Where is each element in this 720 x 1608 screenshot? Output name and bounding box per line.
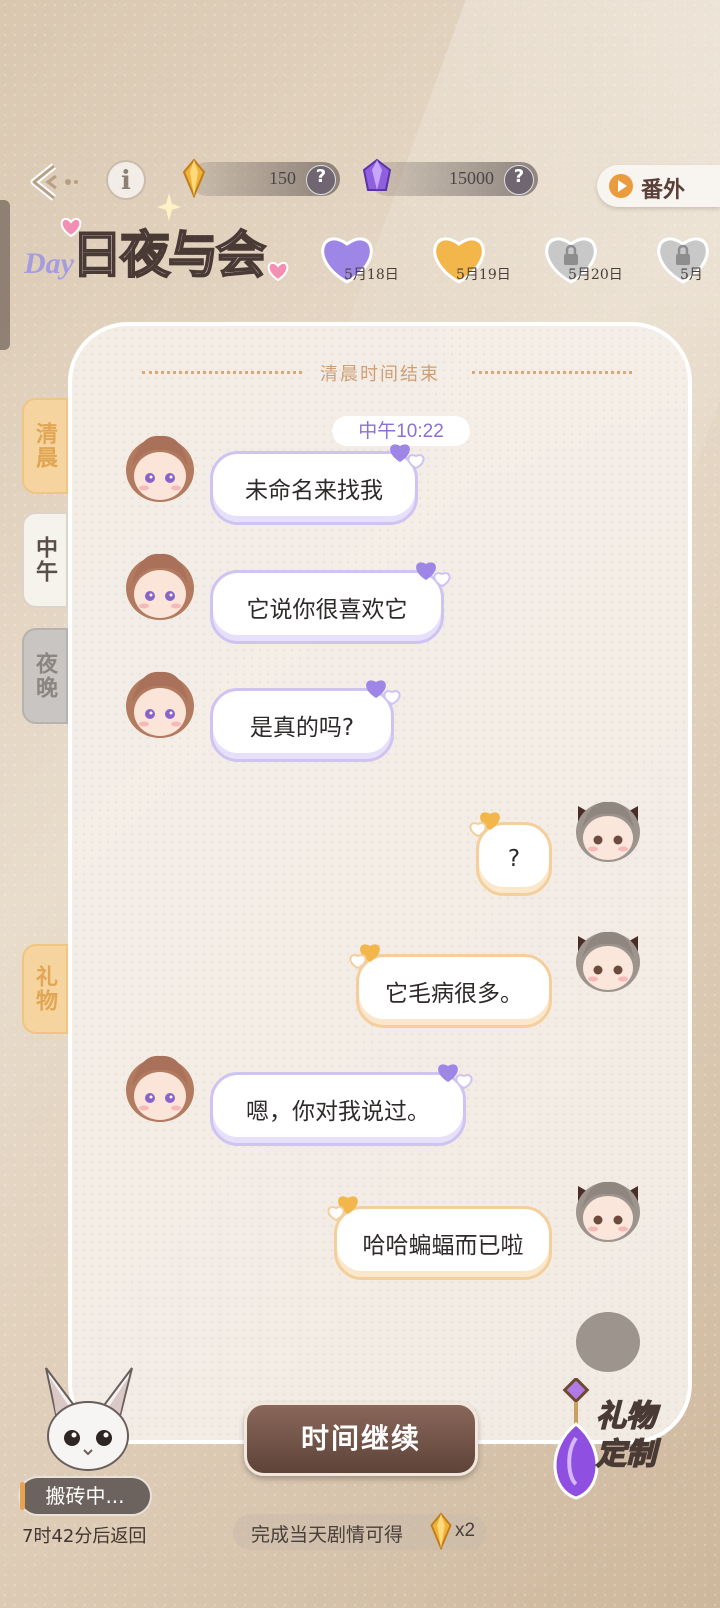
crystal-counter: 150 ?	[182, 158, 340, 198]
divider-line	[472, 371, 632, 374]
purple-heart-icon	[438, 1064, 473, 1090]
npc-avatar	[126, 671, 194, 738]
reward-multiplier: x2	[455, 1520, 476, 1541]
player-avatar	[576, 1181, 640, 1242]
reward-info: 完成当天剧情可得 x2	[233, 1512, 487, 1550]
back-arrow-icon	[30, 163, 78, 201]
player-avatar	[576, 1312, 640, 1372]
date-label: 5月	[680, 267, 703, 283]
continue-time-button[interactable]: 时间继续	[244, 1402, 478, 1476]
play-icon	[609, 174, 633, 198]
gift-customize-button[interactable]: 礼物 定制	[536, 1378, 716, 1508]
tab-night[interactable]: 夜晚	[22, 628, 68, 724]
back-button[interactable]	[26, 160, 82, 204]
extra-story-label: 番外	[641, 177, 686, 203]
pet-return-time: 7时42分后返回	[22, 1526, 147, 1547]
date-label: 5月18日	[344, 267, 399, 283]
extra-story-button[interactable]: 番外	[597, 165, 720, 207]
purple-heart-icon	[390, 444, 425, 470]
chat-panel[interactable]: 清晨时间结束 中午10:22 未命名来找我 它说你很喜欢它 是真的吗? ? 它毛…	[68, 322, 692, 1444]
npc-avatar	[126, 435, 194, 502]
orange-heart-icon	[349, 944, 380, 970]
edge-handle[interactable]	[0, 200, 10, 350]
sparkle-icon	[157, 193, 181, 221]
date-item-2[interactable]: 5月19日	[428, 232, 538, 287]
pet-status-badge[interactable]: 搬砖中...	[18, 1476, 152, 1516]
crystal-icon	[430, 1512, 452, 1550]
chat-bubble-npc: 嗯，你对我说过。	[210, 1072, 466, 1146]
tab-gift[interactable]: 礼物	[22, 944, 68, 1034]
date-item-1[interactable]: 5月18日	[316, 232, 426, 287]
pink-heart-icon	[60, 217, 82, 237]
player-avatar	[576, 801, 640, 862]
event-logo: Day 日夜与会	[22, 193, 312, 300]
logo-day-text: Day	[24, 247, 74, 280]
npc-avatar	[126, 1055, 194, 1122]
crystal-help-button[interactable]: ?	[306, 165, 336, 195]
section-divider: 清晨时间结束	[72, 362, 688, 385]
gem-help-button[interactable]: ?	[504, 165, 534, 195]
gift-customize-label: 礼物 定制	[595, 1398, 657, 1474]
gift-customize-line-1: 礼物	[595, 1398, 657, 1435]
chat-bubble-player: 哈哈蝙蝠而已啦	[334, 1206, 552, 1280]
purple-heart-icon	[416, 562, 451, 588]
npc-avatar	[126, 553, 194, 620]
tab-morning[interactable]: 清晨	[22, 398, 68, 494]
chat-bubble-npc: 它说你很喜欢它	[210, 570, 444, 644]
date-label: 5月20日	[568, 267, 623, 283]
gem-count: 15000	[449, 168, 494, 188]
orange-heart-icon	[469, 812, 500, 838]
crystal-icon	[182, 158, 206, 198]
date-item-4[interactable]: 5月	[652, 232, 720, 287]
orange-heart-icon	[327, 1196, 358, 1222]
purple-gem-icon	[362, 158, 392, 191]
date-label: 5月19日	[456, 267, 511, 283]
date-item-3[interactable]: 5月20日	[540, 232, 650, 287]
reward-text: 完成当天剧情可得	[251, 1524, 404, 1546]
purple-heart-icon	[366, 680, 401, 706]
gem-counter: 15000 ?	[362, 158, 538, 196]
gift-customize-line-2: 定制	[595, 1436, 657, 1473]
logo-title: 日夜与会	[71, 224, 267, 285]
info-button[interactable]: i	[106, 160, 146, 200]
player-avatar	[576, 931, 640, 992]
crystal-count: 150	[269, 168, 296, 188]
pink-heart-icon	[267, 261, 289, 281]
rabbit-pet-avatar[interactable]	[28, 1364, 148, 1474]
tab-noon[interactable]: 中午	[22, 512, 68, 608]
